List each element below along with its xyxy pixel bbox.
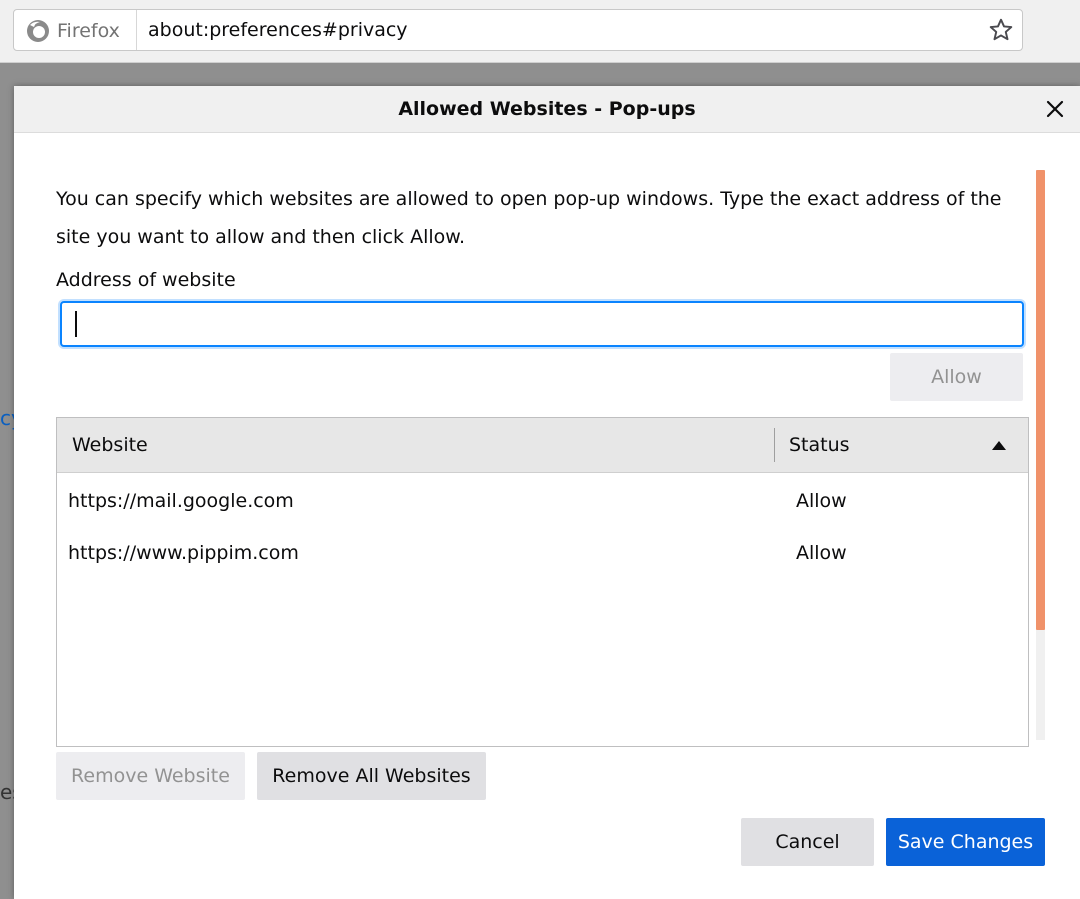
close-icon[interactable]	[1044, 98, 1066, 120]
remove-website-button[interactable]: Remove Website	[56, 752, 245, 800]
star-icon[interactable]	[988, 17, 1014, 43]
sort-ascending-icon[interactable]	[992, 441, 1006, 450]
identity-box[interactable]: Firefox	[14, 10, 137, 50]
browser-toolbar: Firefox about:preferences#privacy	[0, 0, 1080, 63]
column-header-status[interactable]: Status	[789, 434, 850, 456]
identity-label: Firefox	[57, 20, 120, 42]
column-divider[interactable]	[774, 428, 775, 462]
firefox-logo-icon	[27, 20, 49, 42]
dialog-scrollbar-thumb[interactable]	[1036, 170, 1045, 630]
allowed-websites-dialog: Allowed Websites - Pop-ups You can speci…	[14, 86, 1080, 899]
table-header: Website Status	[57, 418, 1028, 473]
text-caret	[75, 311, 77, 337]
row-website: https://mail.google.com	[68, 490, 294, 512]
allow-button[interactable]: Allow	[890, 353, 1023, 401]
save-changes-button[interactable]: Save Changes	[886, 818, 1045, 866]
row-website: https://www.pippim.com	[68, 542, 299, 564]
dialog-description: You can specify which websites are allow…	[56, 188, 1002, 248]
row-status: Allow	[796, 490, 847, 512]
dialog-title: Allowed Websites - Pop-ups	[398, 98, 696, 120]
table-row[interactable]: https://www.pippim.com Allow	[57, 526, 1028, 578]
url-bar[interactable]: Firefox about:preferences#privacy	[13, 9, 1023, 51]
table-row[interactable]: https://mail.google.com Allow	[57, 474, 1028, 526]
websites-table[interactable]: Website Status https://mail.google.com A…	[56, 417, 1029, 747]
address-label: Address of website	[56, 269, 236, 291]
remove-all-websites-button[interactable]: Remove All Websites	[257, 752, 486, 800]
column-header-website[interactable]: Website	[72, 434, 148, 456]
address-input[interactable]	[60, 301, 1024, 347]
cancel-button[interactable]: Cancel	[741, 818, 874, 866]
dialog-header: Allowed Websites - Pop-ups	[14, 86, 1080, 133]
row-status: Allow	[796, 542, 847, 564]
url-text[interactable]: about:preferences#privacy	[148, 19, 408, 41]
